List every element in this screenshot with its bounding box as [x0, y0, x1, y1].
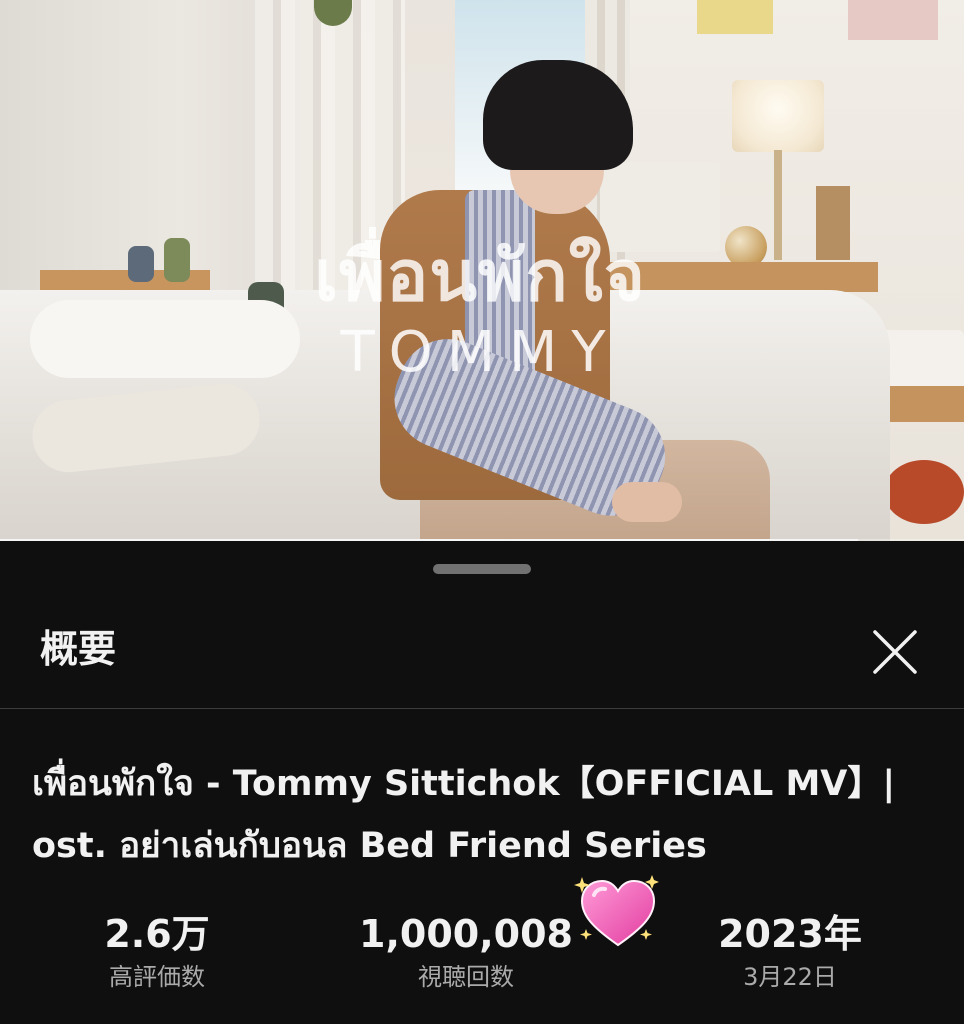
basketball	[884, 460, 964, 524]
drag-handle[interactable]	[433, 564, 531, 574]
views-count: 1,000,008	[359, 912, 573, 956]
progress-bar[interactable]	[0, 539, 964, 541]
views-stat: 1,000,008 視聴回数	[346, 907, 586, 993]
close-button[interactable]	[866, 623, 924, 681]
person-hands	[612, 482, 682, 522]
progress-fill	[0, 539, 858, 541]
upload-date: 3月22日	[743, 963, 837, 991]
likes-count: 2.6万	[104, 912, 210, 956]
wall-poster	[848, 0, 938, 40]
photo-frame	[816, 186, 850, 260]
figurine	[164, 238, 190, 282]
likes-stat: 2.6万 高評価数	[37, 907, 277, 993]
figurine	[128, 246, 154, 282]
wall-poster	[697, 0, 773, 34]
video-overlay-title: เพื่อนพักใจ	[314, 235, 646, 317]
lamp-stand	[774, 150, 782, 260]
views-label: 視聴回数	[418, 963, 514, 991]
video-title: เพื่อนพักใจ - Tommy Sittichok【OFFICIAL M…	[32, 764, 896, 866]
pillow	[30, 300, 300, 378]
video-player[interactable]: เพื่อนพักใจ TOMMY	[0, 0, 964, 541]
divider	[0, 708, 964, 709]
date-stat: 2023年 3月22日	[670, 907, 910, 993]
sheet-title: 概要	[40, 627, 117, 671]
sheet-header: 概要	[0, 605, 964, 709]
stats-row: 2.6万 高評価数 1,000,008 視聴回数 2023年 3月22日	[0, 907, 964, 1007]
video-overlay-artist: TOMMY	[340, 320, 620, 385]
upload-year: 2023年	[718, 912, 862, 956]
description-sheet: 概要 เพื่อนพักใจ - Tommy Sittichok【OFFICIA…	[0, 545, 964, 1024]
likes-label: 高評価数	[109, 963, 205, 991]
sparkling-heart-icon	[574, 875, 659, 947]
lamp	[732, 80, 824, 152]
close-icon	[873, 630, 917, 674]
